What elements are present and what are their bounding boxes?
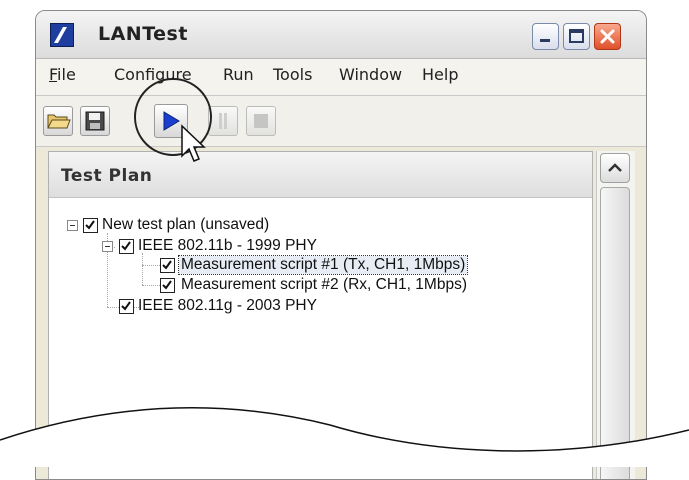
mouse-cursor-icon [181,124,206,162]
torn-edge-overlay [0,407,689,467]
